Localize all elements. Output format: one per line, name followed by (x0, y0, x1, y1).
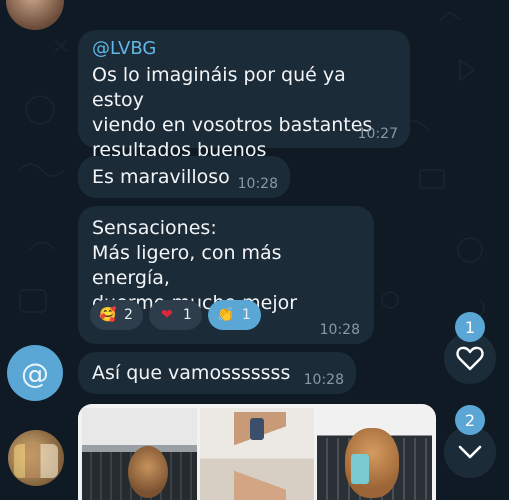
reaction-count: 2 (124, 307, 133, 323)
photo-thumbnail[interactable] (82, 408, 197, 500)
message-bubble[interactable]: Así que vamosssssss 10:28 (78, 352, 356, 394)
message-time: 10:28 (303, 372, 344, 388)
reaction-hearts-face[interactable]: 🥰 2 (90, 300, 143, 330)
sender-avatar[interactable] (6, 0, 64, 30)
message-text: Os lo imagináis por qué ya estoy viendo … (92, 64, 373, 161)
reaction-clap[interactable]: 👏 1 (207, 300, 261, 330)
photo-album[interactable] (78, 404, 436, 500)
reaction-count: 1 (241, 307, 251, 323)
sender-avatar[interactable] (8, 430, 64, 486)
reaction-heart[interactable]: ❤ 1 (148, 300, 202, 330)
chevron-down-icon (458, 445, 482, 459)
message-time: 10:28 (319, 322, 360, 338)
reply-sender[interactable]: @LVBG (92, 38, 396, 59)
reaction-count: 1 (182, 307, 192, 323)
photo-thumbnail[interactable] (199, 408, 315, 500)
message-bubble[interactable]: Sensaciones: Más ligero, con más energía… (78, 206, 374, 344)
message-time: 10:27 (357, 126, 398, 142)
sender-avatar-at[interactable]: @ (7, 345, 63, 401)
unread-count-badge: 2 (455, 405, 485, 435)
photo-thumbnail[interactable] (317, 408, 433, 500)
reactions-count-badge: 1 (455, 312, 485, 342)
message-time: 10:28 (237, 176, 278, 192)
phone-in-photo (351, 454, 370, 484)
message-bubble[interactable]: @LVBG Os lo imagináis por qué ya estoy v… (78, 30, 410, 161)
smiling-face-with-hearts-icon: 🥰 (99, 307, 117, 323)
clapping-hands-icon: 👏 (217, 307, 235, 323)
red-heart-icon: ❤ (161, 307, 173, 323)
reactions-row: 🥰 2 ❤ 1 👏 1 (90, 300, 261, 330)
message-bubble[interactable]: Es maravilloso 10:28 (78, 156, 290, 198)
heart-outline-icon (456, 346, 484, 371)
at-sign-icon: @ (21, 356, 49, 390)
